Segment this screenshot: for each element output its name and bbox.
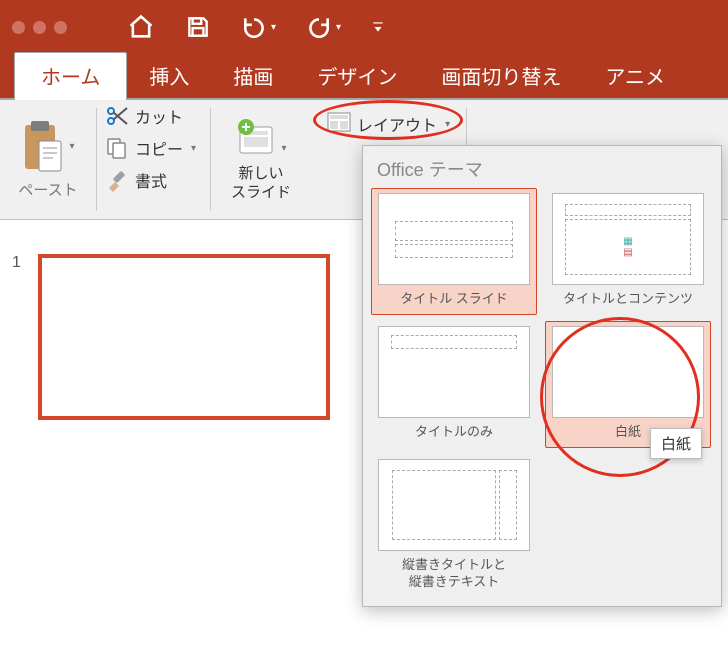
zoom-icon[interactable] (54, 21, 67, 34)
new-slide-label: 新しい スライド (231, 165, 291, 203)
clipboard-ops-group: カット コピー ▾ 書式 (97, 100, 210, 219)
paste-group: ▾ ペースト (0, 100, 96, 219)
ribbon-tabs: ホーム 挿入 描画 デザイン 画面切り替え アニメ (0, 54, 728, 100)
customize-qat-button[interactable] (371, 20, 385, 34)
new-slide-button[interactable]: ▾ (236, 117, 287, 159)
layout-label: タイトルとコンテンツ (548, 291, 708, 308)
layout-label: 縦書きタイトルと 縦書きテキスト (374, 557, 534, 591)
layout-thumb: ▦▤ (552, 193, 704, 285)
home-button[interactable] (127, 13, 155, 41)
chevron-down-icon[interactable]: ▾ (271, 22, 276, 33)
layout-flyout: Office テーマ タイトル スライド ▦▤ タイトルとコンテンツ タイトルの… (362, 145, 722, 607)
tab-draw[interactable]: 描画 (211, 51, 295, 98)
copy-icon (105, 136, 129, 160)
cut-button[interactable]: カット (105, 104, 183, 128)
tooltip-blank: 白紙 (650, 428, 702, 459)
layout-title-only[interactable]: タイトルのみ (371, 321, 537, 448)
layout-thumb (378, 459, 530, 551)
layout-label: タイトル スライド (374, 291, 534, 308)
layout-title-content[interactable]: ▦▤ タイトルとコンテンツ (545, 188, 711, 315)
clipboard-icon (21, 119, 63, 173)
undo-button[interactable]: ▾ (241, 14, 276, 40)
flyout-header: Office テーマ (363, 146, 721, 188)
new-slide-icon (236, 117, 278, 159)
layout-thumb (378, 326, 530, 418)
slide-number: 1 (12, 254, 24, 420)
chevron-down-icon[interactable]: ▾ (191, 143, 196, 154)
layout-thumb (552, 326, 704, 418)
tab-transitions[interactable]: 画面切り替え (419, 51, 583, 98)
layout-thumb (378, 193, 530, 285)
tab-home[interactable]: ホーム (14, 52, 127, 100)
chevron-down-icon[interactable]: ▾ (336, 22, 341, 33)
format-painter-button[interactable]: 書式 (105, 168, 167, 192)
quick-access-toolbar: ▾ ▾ (127, 13, 385, 41)
cut-label: カット (135, 104, 183, 128)
window-controls (12, 21, 67, 34)
slide-thumb-row[interactable]: 1 (0, 220, 360, 420)
chevron-down-icon[interactable]: ▾ (445, 119, 450, 130)
tab-design[interactable]: デザイン (295, 51, 419, 98)
minimize-icon[interactable] (33, 21, 46, 34)
copy-button[interactable]: コピー ▾ (105, 136, 196, 160)
chevron-down-icon[interactable]: ▾ (282, 143, 287, 154)
layout-icon (327, 112, 351, 136)
layout-vertical-title-text[interactable]: 縦書きタイトルと 縦書きテキスト (371, 454, 537, 598)
layout-title-slide[interactable]: タイトル スライド (371, 188, 537, 315)
slides-thumbnail-panel: 1 (0, 220, 360, 658)
scissors-icon (105, 104, 129, 128)
new-slide-group: ▾ 新しい スライド (211, 100, 311, 219)
layout-label: レイアウト (357, 112, 437, 136)
paste-label: ペースト (18, 179, 77, 200)
save-button[interactable] (185, 14, 211, 40)
tab-animations[interactable]: アニメ (583, 51, 687, 98)
layout-gallery: タイトル スライド ▦▤ タイトルとコンテンツ タイトルのみ 白紙 (363, 188, 721, 598)
layout-label: タイトルのみ (374, 424, 534, 441)
copy-label: コピー (135, 136, 183, 160)
tab-insert[interactable]: 挿入 (127, 51, 211, 98)
format-label: 書式 (135, 168, 167, 192)
paste-button[interactable]: ▾ (21, 119, 74, 173)
layout-button[interactable]: レイアウト ▾ (319, 108, 458, 140)
paintbrush-icon (105, 168, 129, 192)
slide-1-thumbnail[interactable] (38, 254, 330, 420)
redo-button[interactable]: ▾ (306, 14, 341, 40)
close-icon[interactable] (12, 21, 25, 34)
title-bar: ▾ ▾ (0, 0, 728, 54)
chevron-down-icon[interactable]: ▾ (69, 141, 74, 152)
